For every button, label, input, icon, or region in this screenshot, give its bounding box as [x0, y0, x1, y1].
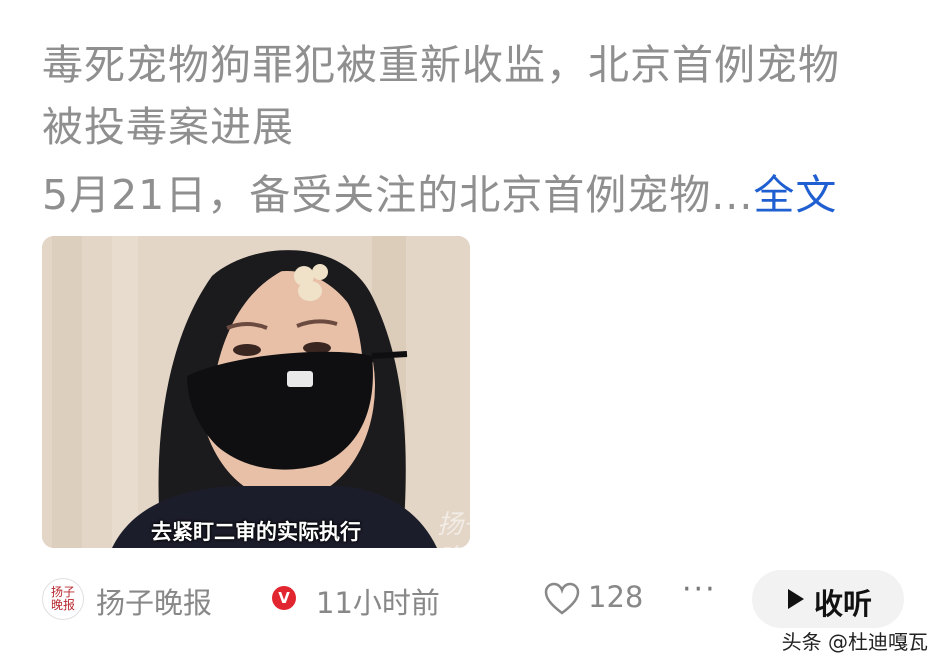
avatar-logo-text: 扬子晚报 [50, 585, 75, 612]
like-count: 128 [588, 580, 644, 614]
source-name[interactable]: 扬子晚报 [96, 580, 212, 622]
summary-text: 5月21日，备受关注的北京首例宠物... [42, 171, 754, 219]
woman-in-mask-image [42, 236, 470, 548]
video-subtitle: 去紧盯二审的实际执行 [151, 520, 361, 544]
article-summary: 5月21日，备受关注的北京首例宠物...全文 [42, 164, 922, 226]
listen-button[interactable]: 收听 [752, 570, 904, 628]
article-title-line-2: 被投毒案进展 [42, 103, 294, 151]
more-options-icon[interactable]: ··· [682, 572, 717, 607]
watermark-credit: 头条 @杜迪嘎瓦 [781, 630, 928, 654]
source-avatar[interactable]: 扬子晚报 [42, 578, 84, 620]
article-title[interactable]: 毒死宠物狗罪犯被重新收监，北京首例宠物 被投毒案进展 [42, 34, 922, 158]
verified-badge-icon: V [272, 586, 296, 610]
article-title-line-1: 毒死宠物狗罪犯被重新收监，北京首例宠物 [42, 41, 840, 89]
article-footer: 扬子晚报 扬子晚报 V 11小时前 128 ··· 收听 [42, 570, 904, 630]
play-icon [788, 589, 804, 609]
like-heart-icon[interactable] [544, 582, 580, 616]
publish-time: 11小时前 [316, 586, 440, 620]
listen-label: 收听 [814, 587, 873, 621]
read-full-link[interactable]: 全文 [753, 171, 837, 219]
article-thumbnail[interactable]: 扬子晚报 去紧盯二审的实际执行 [42, 236, 470, 548]
